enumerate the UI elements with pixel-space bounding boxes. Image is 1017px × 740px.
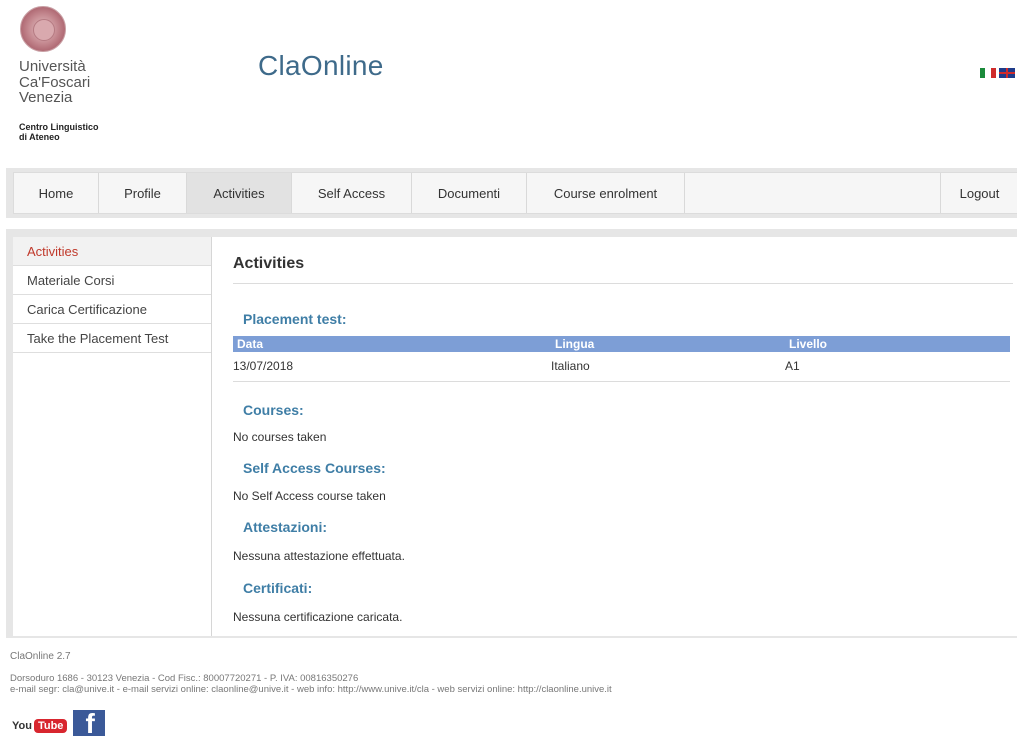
social-links: You Tube f bbox=[12, 708, 106, 739]
certificati-heading: Certificati: bbox=[243, 580, 313, 596]
centro-linguistico-label: Centro Linguistico di Ateneo bbox=[19, 122, 99, 142]
placement-test-heading: Placement test: bbox=[243, 311, 347, 327]
youtube-you-text: You bbox=[12, 720, 32, 732]
nav-item-course-enrolment[interactable]: Course enrolment bbox=[527, 173, 685, 213]
nav-item-documenti[interactable]: Documenti bbox=[412, 173, 527, 213]
placement-table-header: Data Lingua Livello bbox=[233, 336, 1010, 352]
youtube-icon[interactable]: You Tube bbox=[12, 716, 68, 736]
page-title: Activities bbox=[233, 255, 305, 272]
nav-item-home[interactable]: Home bbox=[14, 173, 99, 213]
university-name-line: Ca'Foscari bbox=[19, 73, 91, 91]
column-header-livello: Livello bbox=[789, 337, 828, 351]
table-divider bbox=[233, 381, 1010, 382]
courses-heading: Courses: bbox=[243, 402, 304, 418]
logout-button[interactable]: Logout bbox=[941, 173, 1017, 213]
language-switcher bbox=[980, 68, 1015, 78]
nav-item-profile[interactable]: Profile bbox=[99, 173, 187, 213]
app-version: ClaOnline 2.7 bbox=[10, 651, 71, 662]
university-seal-logo[interactable] bbox=[20, 6, 66, 52]
sidebar-item-materiale-corsi[interactable]: Materiale Corsi bbox=[13, 266, 211, 295]
youtube-tube-text: Tube bbox=[33, 719, 68, 733]
top-nav-bar: Home Profile Activities Self Access Document… bbox=[6, 168, 1017, 218]
sidebar-item-take-the-placement-test[interactable]: Take the Placement Test bbox=[13, 324, 211, 353]
content-area: Activities Materiale Corsi Carica Certific… bbox=[6, 229, 1017, 638]
cell-livello: A1 bbox=[785, 359, 800, 373]
sidebar-item-activities[interactable]: Activities bbox=[13, 237, 211, 266]
main-panel: Activities Placement test: Data Lingua L… bbox=[212, 237, 1017, 636]
top-nav: Home Profile Activities Self Access Document… bbox=[13, 172, 1017, 214]
university-name-line: Venezia bbox=[19, 89, 73, 106]
sidebar-item-carica-certificazione[interactable]: Carica Certificazione bbox=[13, 295, 211, 324]
attestazioni-text: Nessuna attestazione effettuata. bbox=[233, 549, 405, 563]
page: Università Ca'Foscari Venezia Centro Lin… bbox=[0, 0, 1017, 739]
sidebar: Activities Materiale Corsi Carica Certific… bbox=[13, 237, 212, 636]
university-name: Università Ca'Foscari Venezia bbox=[19, 59, 90, 106]
centro-line: di Ateneo bbox=[19, 132, 60, 142]
table-row: 13/07/2018 Italiano A1 bbox=[233, 358, 1010, 380]
app-title: ClaOnline bbox=[258, 50, 384, 81]
self-access-text: No Self Access course taken bbox=[233, 489, 386, 503]
cell-lingua: Italiano bbox=[551, 359, 590, 373]
footer-address-line: Dorsoduro 1686 - 30123 Venezia - Cod Fis… bbox=[10, 673, 359, 684]
footer-contacts-line: e-mail segr: cla@unive.it - e-mail servi… bbox=[10, 684, 612, 695]
facebook-glyph: f bbox=[85, 708, 95, 739]
self-access-heading: Self Access Courses: bbox=[243, 460, 386, 476]
cell-data: 13/07/2018 bbox=[233, 359, 294, 373]
nav-item-activities[interactable]: Activities bbox=[187, 173, 292, 213]
column-header-data: Data bbox=[237, 337, 264, 351]
english-flag-icon[interactable] bbox=[999, 68, 1015, 78]
header: Università Ca'Foscari Venezia Centro Lin… bbox=[0, 0, 1017, 168]
university-name-line: Università bbox=[19, 58, 86, 75]
italian-flag-icon[interactable] bbox=[980, 68, 996, 78]
courses-text: No courses taken bbox=[233, 430, 327, 444]
attestazioni-heading: Attestazioni: bbox=[243, 519, 327, 535]
certificati-text: Nessuna certificazione caricata. bbox=[233, 610, 403, 624]
column-header-lingua: Lingua bbox=[555, 337, 595, 351]
title-divider bbox=[233, 283, 1013, 284]
facebook-icon[interactable]: f bbox=[73, 708, 106, 739]
centro-line: Centro Linguistico bbox=[19, 122, 99, 132]
nav-spacer bbox=[685, 173, 941, 213]
footer-address: Dorsoduro 1686 - 30123 Venezia - Cod Fis… bbox=[10, 673, 612, 695]
nav-item-self-access[interactable]: Self Access bbox=[292, 173, 412, 213]
